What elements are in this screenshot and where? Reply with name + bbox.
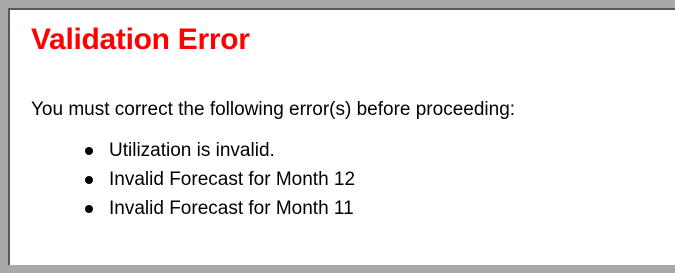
panel-inner-edge-left [8,8,10,265]
error-message: Utilization is invalid. [109,140,275,161]
panel-bottom-strip [8,265,675,273]
bullet-icon [85,176,93,184]
bullet-icon [85,205,93,213]
validation-error-title: Validation Error [31,23,250,56]
error-list-item: Invalid Forecast for Month 11 [79,194,671,223]
bullet-icon [85,147,93,155]
error-list-item: Utilization is invalid. [79,136,671,165]
panel-content: Validation Error You must correct the fo… [31,20,671,223]
error-message: Invalid Forecast for Month 11 [109,198,354,219]
error-message: Invalid Forecast for Month 12 [109,169,356,190]
validation-intro-text: You must correct the following error(s) … [31,99,516,120]
panel-inner-edge-top [8,8,675,10]
error-list-item: Invalid Forecast for Month 12 [79,165,671,194]
error-list: Utilization is invalid. Invalid Forecast… [31,136,671,223]
